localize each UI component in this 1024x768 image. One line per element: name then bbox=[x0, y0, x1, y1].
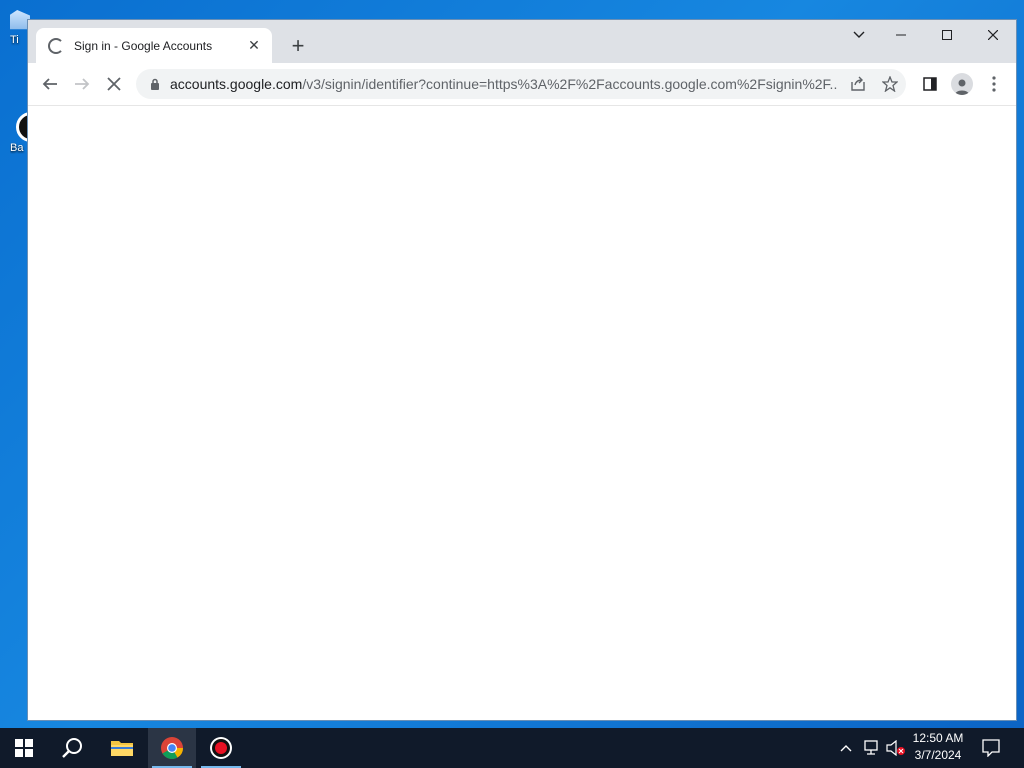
desktop-icons: Ti Ba bbox=[0, 0, 30, 200]
page-content bbox=[28, 106, 1016, 720]
maximize-button[interactable] bbox=[924, 20, 970, 50]
clock-time: 12:50 AM bbox=[912, 731, 964, 745]
show-hidden-icons-chevron-icon[interactable] bbox=[836, 728, 856, 768]
minimize-button[interactable] bbox=[878, 20, 924, 50]
windows-logo-icon bbox=[15, 739, 33, 757]
url-host: accounts.google.com bbox=[170, 76, 303, 92]
tab-close-icon[interactable]: ✕ bbox=[244, 36, 264, 56]
taskbar-search-button[interactable] bbox=[48, 728, 96, 768]
tab-search-chevron-icon[interactable] bbox=[836, 20, 882, 50]
desktop-icon-shortcut[interactable]: Ba bbox=[10, 112, 30, 154]
notification-center-icon[interactable] bbox=[978, 728, 1004, 768]
taskbar-chrome[interactable] bbox=[148, 728, 196, 768]
lock-icon[interactable] bbox=[146, 78, 164, 90]
screen-recorder-icon bbox=[210, 737, 232, 759]
taskbar-screen-recorder[interactable] bbox=[197, 728, 245, 768]
loading-spinner-icon bbox=[48, 37, 64, 54]
browser-window: Sign in - Google Accounts ✕ + accounts.g… bbox=[28, 20, 1016, 720]
url-path: /v3/signin/identifier?continue=https%3A%… bbox=[302, 76, 838, 92]
new-tab-button[interactable]: + bbox=[286, 34, 310, 58]
chrome-icon bbox=[161, 737, 183, 759]
taskbar: 12:50 AM 3/7/2024 bbox=[0, 728, 1024, 768]
bookmark-star-icon[interactable] bbox=[880, 74, 900, 94]
close-window-button[interactable] bbox=[970, 20, 1016, 50]
start-button[interactable] bbox=[0, 728, 48, 768]
more-menu-icon[interactable] bbox=[980, 71, 1008, 97]
tab-strip: Sign in - Google Accounts ✕ + bbox=[28, 20, 1016, 63]
desktop-icon-label: Ti bbox=[10, 34, 19, 46]
search-icon bbox=[62, 738, 82, 758]
system-clock[interactable]: 12:50 AM 3/7/2024 bbox=[906, 730, 970, 766]
tab-sign-in[interactable]: Sign in - Google Accounts ✕ bbox=[36, 28, 272, 63]
forward-arrow-icon[interactable] bbox=[68, 71, 96, 97]
url-text[interactable]: accounts.google.com/v3/signin/identifier… bbox=[170, 76, 838, 92]
taskbar-file-explorer[interactable] bbox=[98, 728, 146, 768]
profile-icon bbox=[951, 73, 973, 95]
desktop-icon-label: Ba bbox=[10, 142, 24, 154]
desktop-icon-recycle-bin[interactable]: Ti bbox=[10, 10, 30, 46]
stop-loading-icon[interactable] bbox=[100, 71, 128, 97]
side-panel-icon[interactable] bbox=[916, 71, 944, 97]
recycle-bin-icon bbox=[10, 10, 30, 30]
tab-title: Sign in - Google Accounts bbox=[74, 38, 213, 53]
file-explorer-icon bbox=[111, 741, 133, 756]
back-arrow-icon[interactable] bbox=[36, 71, 64, 97]
share-icon[interactable] bbox=[848, 74, 868, 94]
volume-muted-icon[interactable] bbox=[884, 728, 908, 768]
network-icon[interactable] bbox=[860, 728, 882, 768]
profile-avatar[interactable] bbox=[948, 71, 976, 97]
address-bar[interactable]: accounts.google.com/v3/signin/identifier… bbox=[136, 69, 906, 99]
browser-toolbar: accounts.google.com/v3/signin/identifier… bbox=[28, 63, 1016, 106]
clock-date: 3/7/2024 bbox=[914, 748, 962, 762]
